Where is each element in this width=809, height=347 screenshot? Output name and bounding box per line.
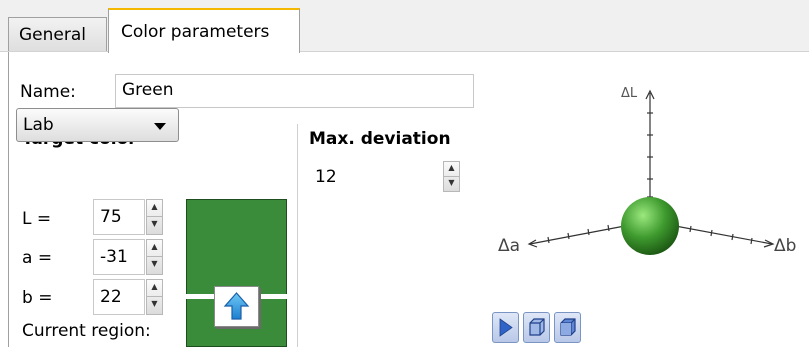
a-axis-ticks bbox=[547, 224, 610, 244]
play-icon bbox=[499, 318, 513, 337]
b-axis bbox=[669, 224, 773, 245]
play-button[interactable] bbox=[492, 312, 519, 343]
max-deviation-heading: Max. deviation bbox=[309, 129, 451, 149]
tab-general[interactable]: General bbox=[8, 17, 107, 52]
spin-down-icon[interactable]: ▼ bbox=[147, 257, 162, 274]
color-mode-value: Lab bbox=[23, 115, 54, 135]
spin-down-icon[interactable]: ▼ bbox=[147, 297, 162, 314]
cube-icon bbox=[529, 318, 545, 336]
apply-color-button[interactable] bbox=[214, 286, 259, 327]
l-input[interactable]: 75 bbox=[93, 199, 145, 235]
arrow-up-icon bbox=[223, 292, 250, 320]
max-deviation-input[interactable]: 12 bbox=[309, 161, 442, 194]
spin-up-icon[interactable]: ▲ bbox=[147, 280, 162, 297]
b-input[interactable]: 22 bbox=[93, 279, 145, 315]
spin-down-icon[interactable]: ▼ bbox=[444, 177, 459, 192]
b-label: b = bbox=[22, 288, 53, 308]
view-cube-button[interactable] bbox=[523, 312, 550, 343]
max-deviation-spinner[interactable]: ▲ ▼ bbox=[443, 161, 460, 192]
color-sphere bbox=[621, 197, 679, 255]
color-mode-select[interactable]: Lab bbox=[16, 108, 179, 142]
a-label: a = bbox=[22, 248, 53, 268]
current-region-label: Current region: bbox=[22, 321, 151, 341]
b-axis-label: Δb bbox=[774, 236, 796, 256]
a-axis bbox=[529, 224, 631, 245]
a-axis-label: Δa bbox=[498, 236, 520, 256]
l-axis-label: ΔL bbox=[621, 86, 638, 101]
spin-up-icon[interactable]: ▲ bbox=[444, 162, 459, 177]
b-spinner[interactable]: ▲ ▼ bbox=[146, 279, 163, 315]
name-label: Name: bbox=[20, 82, 76, 102]
tab-color-parameters-label: Color parameters bbox=[121, 22, 270, 42]
tab-general-label: General bbox=[19, 25, 86, 45]
view-cube-solid-button[interactable] bbox=[554, 312, 581, 343]
a-spinner[interactable]: ▲ ▼ bbox=[146, 239, 163, 275]
spin-up-icon[interactable]: ▲ bbox=[147, 240, 162, 257]
tab-color-parameters[interactable]: Color parameters bbox=[108, 8, 300, 53]
name-input[interactable]: Green bbox=[115, 74, 474, 108]
l-label: L = bbox=[22, 209, 52, 229]
section-divider bbox=[297, 124, 298, 347]
l-spinner[interactable]: ▲ ▼ bbox=[146, 199, 163, 235]
tab-strip: General Color parameters bbox=[0, 0, 809, 53]
chevron-down-icon bbox=[154, 123, 166, 130]
spin-up-icon[interactable]: ▲ bbox=[147, 200, 162, 217]
lab-3d-plot: ΔL Δa Δb bbox=[498, 86, 796, 256]
a-input[interactable]: -31 bbox=[93, 239, 145, 275]
spin-down-icon[interactable]: ▼ bbox=[147, 217, 162, 234]
cube-solid-icon bbox=[560, 318, 576, 336]
